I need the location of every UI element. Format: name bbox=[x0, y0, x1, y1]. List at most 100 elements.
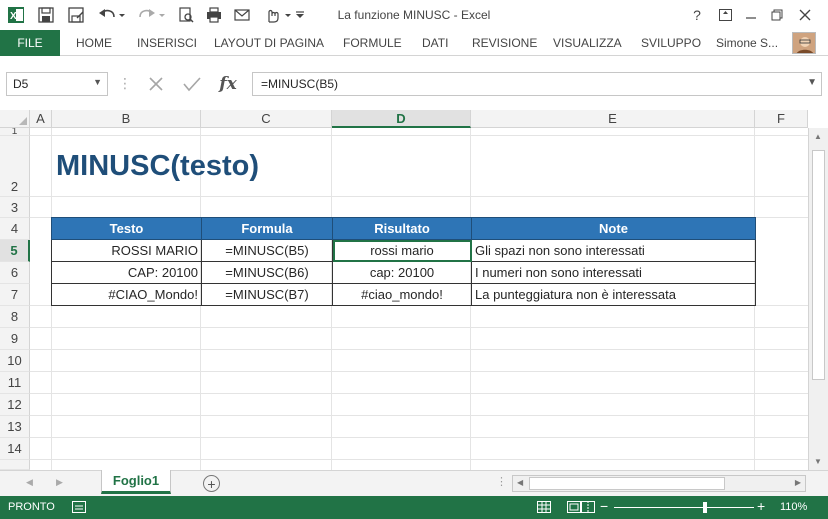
macro-recording-icon[interactable] bbox=[72, 501, 86, 513]
vertical-scroll-thumb[interactable] bbox=[812, 150, 825, 380]
user-name[interactable]: Simone S... bbox=[716, 36, 778, 50]
table-cell[interactable]: =MINUSC(B5) bbox=[201, 239, 333, 262]
table-header-cell[interactable]: Testo bbox=[51, 217, 202, 240]
scroll-up-icon[interactable]: ▲ bbox=[814, 132, 822, 141]
select-all-button[interactable] bbox=[0, 110, 30, 128]
select-all-icon bbox=[19, 117, 27, 125]
name-box[interactable]: D5 ▼ bbox=[6, 72, 108, 96]
sheet-title[interactable]: MINUSC(testo) bbox=[56, 150, 259, 183]
formula-input[interactable]: =MINUSC(B5) ▼ bbox=[252, 72, 822, 96]
table-header-row: Testo Formula Risultato Note bbox=[51, 217, 756, 240]
zoom-level[interactable]: 110% bbox=[780, 501, 807, 513]
row-header-14[interactable]: 14 bbox=[0, 438, 30, 460]
column-header-c[interactable]: C bbox=[201, 110, 332, 128]
minimize-icon bbox=[746, 17, 756, 19]
row-header-2[interactable]: 2 bbox=[0, 136, 30, 197]
confirm-entry-button[interactable] bbox=[180, 73, 204, 95]
user-avatar[interactable] bbox=[792, 32, 816, 54]
column-header-f[interactable]: F bbox=[755, 110, 808, 128]
close-button[interactable] bbox=[794, 4, 816, 26]
row-header-7[interactable]: 7 bbox=[0, 284, 30, 306]
scroll-down-icon[interactable]: ▼ bbox=[814, 457, 822, 466]
tab-developer[interactable]: SVILUPPO bbox=[641, 36, 701, 50]
tab-page-layout[interactable]: LAYOUT DI PAGINA bbox=[214, 36, 324, 50]
column-header-a[interactable]: A bbox=[30, 110, 52, 128]
table-header-cell[interactable]: Note bbox=[471, 217, 756, 240]
plus-icon: + bbox=[207, 475, 216, 492]
next-sheet-icon[interactable]: ▶ bbox=[56, 477, 63, 488]
row-header-1[interactable]: 1 bbox=[0, 128, 30, 136]
table-cell[interactable]: #CIAO_Mondo! bbox=[51, 283, 202, 306]
table-cell[interactable]: #ciao_mondo! bbox=[332, 283, 472, 306]
zoom-slider-thumb[interactable] bbox=[703, 502, 707, 513]
cancel-entry-button[interactable] bbox=[144, 73, 168, 95]
tab-formulas[interactable]: FORMULE bbox=[343, 36, 402, 50]
row-header-9[interactable]: 9 bbox=[0, 328, 30, 350]
prev-sheet-icon[interactable]: ◀ bbox=[26, 477, 33, 488]
zoom-slider[interactable] bbox=[614, 507, 754, 508]
table-cell[interactable]: =MINUSC(B7) bbox=[201, 283, 333, 306]
row-header-13[interactable]: 13 bbox=[0, 416, 30, 438]
formula-bar-divider-icon: ⋮ bbox=[118, 75, 132, 91]
minimize-button[interactable] bbox=[740, 4, 762, 26]
tab-view[interactable]: VISUALIZZA bbox=[553, 36, 622, 50]
table-cell[interactable]: ROSSI MARIO bbox=[51, 239, 202, 262]
table-cell[interactable]: =MINUSC(B6) bbox=[201, 261, 333, 284]
expand-formula-bar-icon[interactable]: ▼ bbox=[807, 77, 817, 88]
table-header-cell[interactable]: Formula bbox=[201, 217, 333, 240]
table-cell[interactable]: La punteggiatura non è interessata bbox=[471, 283, 756, 306]
gridline bbox=[30, 371, 808, 372]
row-header-3[interactable]: 3 bbox=[0, 197, 30, 218]
worksheet-grid[interactable]: A B C D E F 1 2 3 4 5 6 7 8 9 10 11 12 1… bbox=[0, 110, 828, 470]
gridline bbox=[30, 327, 808, 328]
new-sheet-button[interactable]: + bbox=[203, 475, 220, 492]
tab-file[interactable]: FILE bbox=[0, 30, 60, 56]
tab-review[interactable]: REVISIONE bbox=[472, 36, 537, 50]
row-header-8[interactable]: 8 bbox=[0, 306, 30, 328]
maximize-button[interactable] bbox=[766, 4, 788, 26]
name-box-dropdown-icon[interactable]: ▼ bbox=[93, 77, 102, 87]
row-header-11[interactable]: 11 bbox=[0, 372, 30, 394]
row-header-15[interactable] bbox=[0, 460, 30, 470]
column-header-b[interactable]: B bbox=[52, 110, 201, 128]
zoom-out-button[interactable]: − bbox=[600, 498, 608, 514]
vertical-scrollbar[interactable]: ▲ ▼ bbox=[808, 128, 828, 470]
scroll-left-icon[interactable]: ◀ bbox=[517, 478, 523, 487]
normal-view-button[interactable] bbox=[536, 500, 552, 514]
table-header-cell[interactable]: Risultato bbox=[332, 217, 472, 240]
sheet-tab-foglio1[interactable]: Foglio1 bbox=[101, 470, 171, 494]
tab-home[interactable]: HOME bbox=[76, 36, 112, 50]
table-cell[interactable]: I numeri non sono interessati bbox=[471, 261, 756, 284]
zoom-in-button[interactable]: + bbox=[757, 498, 765, 514]
table-row: ROSSI MARIO =MINUSC(B5) rossi mario Gli … bbox=[51, 239, 756, 262]
ribbon-display-options-button[interactable] bbox=[714, 4, 736, 26]
checkmark-icon bbox=[183, 77, 201, 92]
ribbon-display-icon bbox=[718, 9, 732, 21]
table-cell[interactable]: CAP: 20100 bbox=[51, 261, 202, 284]
scroll-right-icon[interactable]: ▶ bbox=[795, 478, 801, 487]
row-header-12[interactable]: 12 bbox=[0, 394, 30, 416]
column-header-d[interactable]: D bbox=[332, 110, 471, 128]
insert-function-button[interactable]: fx bbox=[216, 73, 240, 95]
tab-insert[interactable]: INSERISCI bbox=[137, 36, 197, 50]
row-header-5[interactable]: 5 bbox=[0, 240, 30, 262]
active-cell[interactable]: rossi mario bbox=[332, 239, 472, 262]
table-cell[interactable]: Gli spazi non sono interessati bbox=[471, 239, 756, 262]
row-header-10[interactable]: 10 bbox=[0, 350, 30, 372]
restore-icon bbox=[771, 9, 783, 21]
gridline bbox=[30, 135, 808, 136]
row-header-6[interactable]: 6 bbox=[0, 262, 30, 284]
row-header-4[interactable]: 4 bbox=[0, 218, 30, 240]
gridline bbox=[30, 196, 808, 197]
table-cell[interactable]: cap: 20100 bbox=[332, 261, 472, 284]
column-header-e[interactable]: E bbox=[471, 110, 755, 128]
sheet-tabs-bar: ◀ ▶ Foglio1 + ⋮ ◀ ▶ bbox=[0, 470, 828, 496]
help-button[interactable]: ? bbox=[686, 4, 708, 26]
page-break-view-button[interactable] bbox=[580, 500, 596, 514]
status-bar: PRONTO − + 110% bbox=[0, 496, 828, 519]
tab-data[interactable]: DATI bbox=[422, 36, 448, 50]
horizontal-scroll-thumb[interactable] bbox=[529, 477, 725, 490]
tab-split-handle-icon[interactable]: ⋮ bbox=[496, 475, 507, 488]
name-box-value: D5 bbox=[13, 77, 29, 91]
horizontal-scrollbar[interactable]: ◀ ▶ bbox=[512, 475, 806, 492]
